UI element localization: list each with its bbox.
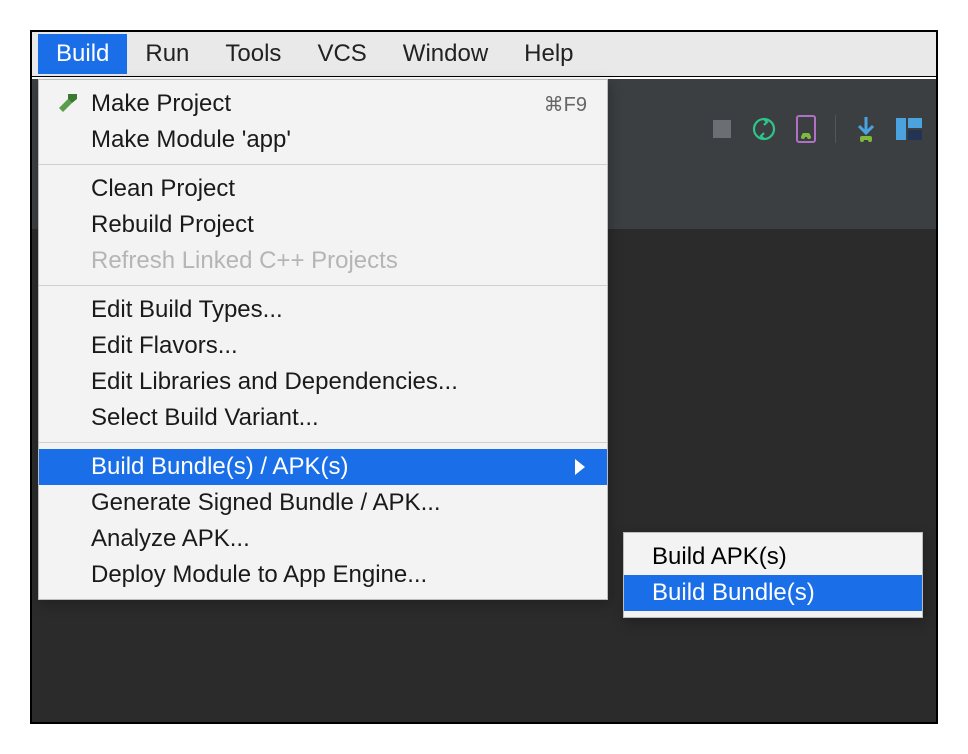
menu-item-label: Generate Signed Bundle / APK... [91, 489, 591, 517]
menu-item-shortcut: ⌘F9 [544, 92, 591, 117]
menu-item-label: Refresh Linked C++ Projects [91, 247, 591, 275]
menu-run[interactable]: Run [127, 34, 207, 74]
build-menu-dropdown: Make Project ⌘F9 Make Module 'app' Clean… [38, 79, 608, 600]
avd-manager-icon[interactable] [795, 115, 817, 143]
menu-generate-signed[interactable]: Generate Signed Bundle / APK... [39, 485, 607, 521]
menu-deploy-app-engine[interactable]: Deploy Module to App Engine... [39, 557, 607, 593]
menu-item-label: Analyze APK... [91, 525, 591, 553]
menubar: Build Run Tools VCS Window Help [32, 32, 936, 77]
layout-icon[interactable] [896, 118, 922, 140]
menu-item-label: Deploy Module to App Engine... [91, 561, 591, 589]
build-bundles-submenu: Build APK(s) Build Bundle(s) [623, 532, 923, 618]
submenu-arrow-icon [575, 459, 585, 475]
menu-edit-flavors[interactable]: Edit Flavors... [39, 328, 607, 364]
sdk-manager-icon[interactable] [854, 115, 878, 143]
menu-window[interactable]: Window [385, 34, 506, 74]
menu-vcs[interactable]: VCS [299, 34, 384, 74]
menu-select-build-variant[interactable]: Select Build Variant... [39, 400, 607, 436]
menu-group-4: Build Bundle(s) / APK(s) Generate Signed… [39, 443, 607, 599]
menu-clean-project[interactable]: Clean Project [39, 171, 607, 207]
menu-item-label: Edit Libraries and Dependencies... [91, 368, 591, 396]
menu-edit-build-types[interactable]: Edit Build Types... [39, 292, 607, 328]
window-frame: Build Run Tools VCS Window Help [30, 30, 938, 724]
stop-icon[interactable] [711, 118, 733, 140]
submenu-build-bundles[interactable]: Build Bundle(s) [624, 575, 922, 611]
menu-item-label: Clean Project [91, 175, 591, 203]
menu-tools[interactable]: Tools [207, 34, 299, 74]
menu-rebuild-project[interactable]: Rebuild Project [39, 207, 607, 243]
toolbar-icons [711, 115, 922, 143]
menu-group-3: Edit Build Types... Edit Flavors... Edit… [39, 286, 607, 442]
sync-icon[interactable] [751, 116, 777, 142]
menu-item-label: Make Project [91, 90, 544, 118]
menu-item-label: Rebuild Project [91, 211, 591, 239]
menu-item-label: Edit Flavors... [91, 332, 591, 360]
menu-refresh-cpp: Refresh Linked C++ Projects [39, 243, 607, 279]
menu-make-project[interactable]: Make Project ⌘F9 [39, 86, 607, 122]
menu-analyze-apk[interactable]: Analyze APK... [39, 521, 607, 557]
hammer-icon [55, 92, 91, 116]
menu-group-1: Make Project ⌘F9 Make Module 'app' [39, 80, 607, 164]
menu-build[interactable]: Build [38, 34, 127, 74]
menu-item-label: Build Bundle(s) [652, 579, 906, 607]
menu-group-2: Clean Project Rebuild Project Refresh Li… [39, 165, 607, 285]
toolbar-divider [835, 115, 836, 143]
menu-help[interactable]: Help [506, 34, 591, 74]
menu-item-label: Build APK(s) [652, 543, 906, 571]
menu-item-label: Make Module 'app' [91, 126, 591, 154]
menu-item-label: Select Build Variant... [91, 404, 591, 432]
menu-item-label: Edit Build Types... [91, 296, 591, 324]
menu-item-label: Build Bundle(s) / APK(s) [91, 453, 575, 481]
menu-make-module[interactable]: Make Module 'app' [39, 122, 607, 158]
menu-edit-libraries[interactable]: Edit Libraries and Dependencies... [39, 364, 607, 400]
submenu-build-apks[interactable]: Build APK(s) [624, 539, 922, 575]
menu-build-bundles-apks[interactable]: Build Bundle(s) / APK(s) [39, 449, 607, 485]
